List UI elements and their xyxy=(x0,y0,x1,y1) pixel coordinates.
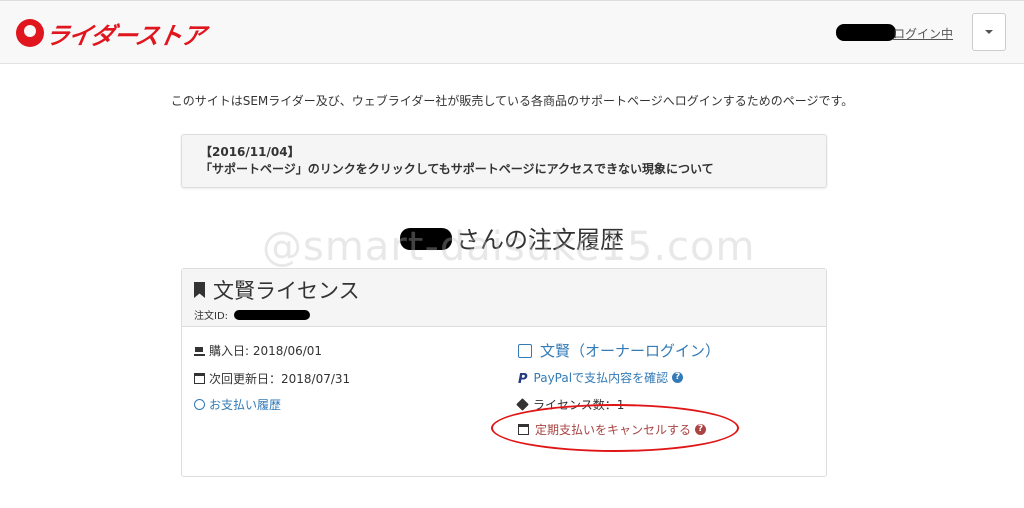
site-logo[interactable]: ライダーストア xyxy=(16,15,207,51)
login-status-link[interactable]: ログイン中 xyxy=(893,25,953,42)
notice-title[interactable]: 「サポートページ」のリンクをクリックしてもサポートページにアクセスできない現象に… xyxy=(200,161,808,178)
annotation-ellipse xyxy=(491,404,739,452)
caret-down-icon xyxy=(985,30,993,34)
redacted-order-id xyxy=(234,309,311,320)
navbar: ライダーストア ログイン中 xyxy=(0,0,1024,64)
history-icon xyxy=(194,399,205,410)
purchase-date-row: 購入日: 2018/06/01 xyxy=(194,342,322,359)
payment-history-link[interactable]: お支払い履歴 xyxy=(209,396,281,413)
redacted-username xyxy=(836,24,896,41)
paypal-check-link[interactable]: PayPalで支払内容を確認 xyxy=(534,369,669,386)
product-title: 文賢ライセンス xyxy=(194,275,814,305)
tag-icon xyxy=(516,398,529,411)
order-panel-header: 文賢ライセンス 注文ID: xyxy=(182,269,826,327)
owner-login-row[interactable]: 文賢（オーナーログイン） xyxy=(518,340,720,361)
payment-history-row[interactable]: お支払い履歴 xyxy=(194,396,281,413)
intro-text: このサイトはSEMライダー及び、ウェブライダー社が販売している各商品のサポートペ… xyxy=(170,94,854,108)
logo-mark-icon xyxy=(16,19,44,47)
calendar-icon xyxy=(194,373,205,384)
watermark: @smart-daisuke15.com xyxy=(262,224,756,270)
order-id-label: 注文ID: xyxy=(194,311,229,322)
logo-text: ライダーストア xyxy=(43,21,207,50)
notice-box: 【2016/11/04】 「サポートページ」のリンクをクリックしてもサポートペー… xyxy=(181,134,827,188)
edit-icon xyxy=(518,343,532,358)
bookmark-icon xyxy=(194,282,205,298)
user-menu-dropdown-button[interactable] xyxy=(972,13,1006,51)
next-renewal-date: 次回更新日：2018/07/31 xyxy=(209,372,351,386)
notice-date: 【2016/11/04】 xyxy=(200,145,300,159)
purchase-date: 購入日: 2018/06/01 xyxy=(209,344,323,358)
paypal-icon: P xyxy=(518,372,528,387)
product-name: 文賢ライセンス xyxy=(213,279,360,303)
help-icon[interactable]: ? xyxy=(672,372,684,383)
paypal-row[interactable]: P PayPalで支払内容を確認 ? xyxy=(518,369,684,387)
next-renewal-row: 次回更新日：2018/07/31 xyxy=(194,370,350,387)
cart-icon xyxy=(194,345,205,356)
order-id: 注文ID: xyxy=(194,307,814,322)
owner-login-link[interactable]: 文賢（オーナーログイン） xyxy=(540,340,720,361)
